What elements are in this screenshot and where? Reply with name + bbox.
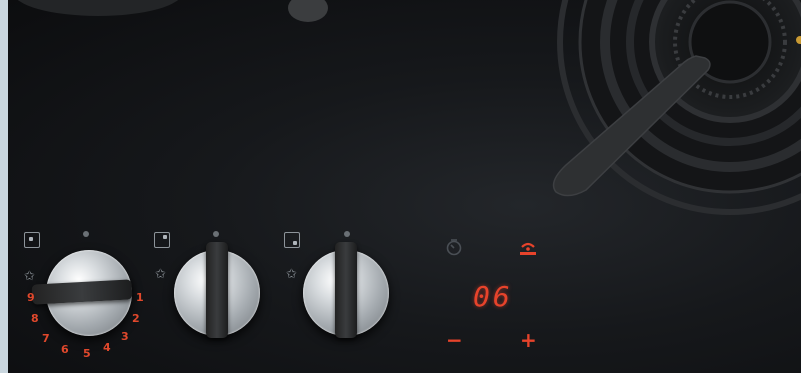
hob-knob-3[interactable] xyxy=(303,242,389,338)
zone-icon-front-right xyxy=(284,232,300,248)
position-indicator xyxy=(344,231,350,237)
knob-scale-4: 4 xyxy=(103,341,111,354)
knob-scale-9: 9 xyxy=(27,291,35,304)
knob-scale-3: 3 xyxy=(121,330,129,343)
plus-button[interactable]: + xyxy=(520,330,537,350)
power-level-icon[interactable] xyxy=(519,238,537,258)
zone-icon-rear-right xyxy=(154,232,170,248)
position-indicator xyxy=(213,231,219,237)
gas-burner xyxy=(17,0,801,215)
spark-icon: ✩ xyxy=(24,269,35,284)
hob-knob-1[interactable] xyxy=(31,250,133,336)
spark-icon: ✩ xyxy=(286,267,297,282)
glass-cooktop: ✩ 9 8 7 6 5 4 3 2 1 ✩ ✩ 06 − + xyxy=(8,0,801,373)
knob-scale-1: 1 xyxy=(136,291,144,304)
minus-button[interactable]: − xyxy=(446,330,463,350)
zone-icon-rear-left xyxy=(24,232,40,248)
knob-scale-5: 5 xyxy=(83,347,91,360)
knob-scale-2: 2 xyxy=(132,312,140,325)
knob-scale-8: 8 xyxy=(31,312,39,325)
cooktop-control-panel: ✩ 9 8 7 6 5 4 3 2 1 ✩ ✩ 06 − + xyxy=(0,0,801,373)
timer-icon[interactable] xyxy=(445,238,463,256)
knob-scale-7: 7 xyxy=(42,332,50,345)
led-display: 06 xyxy=(473,280,513,313)
spark-icon: ✩ xyxy=(155,267,166,282)
trivet-foot xyxy=(288,0,328,22)
pan-edge xyxy=(17,0,179,16)
position-indicator xyxy=(83,231,89,237)
knob-grip[interactable] xyxy=(31,279,133,305)
hob-knob-2[interactable] xyxy=(174,242,260,338)
knob-scale-6: 6 xyxy=(61,343,69,356)
knob-grip[interactable] xyxy=(335,242,357,338)
knob-grip[interactable] xyxy=(206,242,228,338)
